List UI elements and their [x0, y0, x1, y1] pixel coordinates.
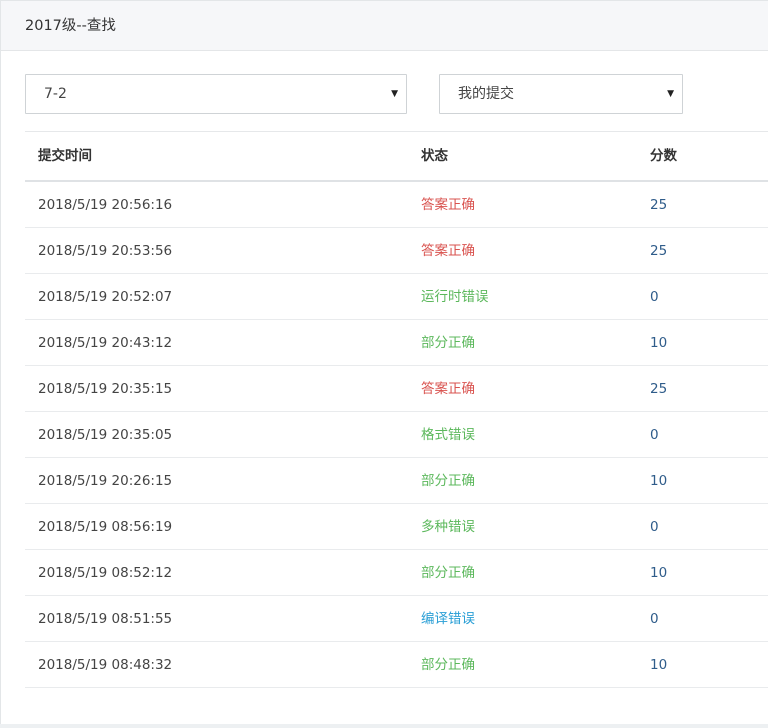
submission-score-link[interactable]: 25 — [650, 182, 667, 228]
submission-status-link[interactable]: 部分正确 — [421, 458, 475, 504]
submission-time: 2018/5/19 20:43:12 — [38, 335, 173, 351]
submission-time: 2018/5/19 20:35:15 — [38, 381, 173, 397]
submission-time: 2018/5/19 08:51:55 — [38, 611, 173, 627]
column-header-status: 状态 — [421, 148, 448, 164]
submission-time: 2018/5/19 20:35:05 — [38, 427, 173, 443]
submissions-table: 提交时间 状态 分数 2018/5/19 20:56:16 答案正确 25 2018/… — [25, 131, 768, 688]
submission-time: 2018/5/19 08:48:32 — [38, 657, 173, 673]
submission-time: 2018/5/19 20:56:16 — [38, 197, 173, 213]
table-row: 2018/5/19 20:52:07 运行时错误 0 — [25, 274, 768, 320]
submission-time: 2018/5/19 08:52:12 — [38, 565, 173, 581]
submission-status-link[interactable]: 答案正确 — [421, 182, 475, 228]
table-row: 2018/5/19 20:53:56 答案正确 25 — [25, 228, 768, 274]
table-row: 2018/5/19 08:48:32 部分正确 10 — [25, 642, 768, 688]
submission-score-link[interactable]: 0 — [650, 412, 659, 458]
table-row: 2018/5/19 20:35:15 答案正确 25 — [25, 366, 768, 412]
submission-status-link[interactable]: 答案正确 — [421, 366, 475, 412]
submission-time: 2018/5/19 20:26:15 — [38, 473, 173, 489]
panel-header: 2017级--查找 — [1, 1, 768, 51]
submission-time: 2018/5/19 20:53:56 — [38, 243, 173, 259]
table-body: 2018/5/19 20:56:16 答案正确 25 2018/5/19 20:53:… — [25, 182, 768, 688]
table-row: 2018/5/19 08:52:12 部分正确 10 — [25, 550, 768, 596]
table-row: 2018/5/19 20:35:05 格式错误 0 — [25, 412, 768, 458]
column-header-score: 分数 — [650, 148, 677, 164]
submission-score-link[interactable]: 0 — [650, 504, 659, 550]
table-row: 2018/5/19 20:26:15 部分正确 10 — [25, 458, 768, 504]
submission-status-link[interactable]: 格式错误 — [421, 412, 475, 458]
caret-down-icon: ▼ — [667, 89, 674, 99]
submission-score-link[interactable]: 25 — [650, 366, 667, 412]
submission-score-link[interactable]: 10 — [650, 320, 667, 366]
scope-select-value: 我的提交 — [458, 86, 514, 102]
submission-score-link[interactable]: 0 — [650, 596, 659, 642]
scope-select[interactable]: 我的提交 ▼ — [439, 74, 683, 114]
submission-score-link[interactable]: 25 — [650, 228, 667, 274]
problem-select[interactable]: 7-2 ▼ — [25, 74, 407, 114]
submission-status-link[interactable]: 运行时错误 — [421, 274, 489, 320]
submission-status-link[interactable]: 部分正确 — [421, 320, 475, 366]
filter-bar: 7-2 ▼ 我的提交 ▼ — [25, 74, 768, 114]
submissions-panel: 2017级--查找 7-2 ▼ 我的提交 ▼ 提交时间 状态 分数 2018/5… — [0, 0, 768, 724]
table-row: 2018/5/19 08:51:55 编译错误 0 — [25, 596, 768, 642]
problem-select-value: 7-2 — [44, 86, 67, 102]
caret-down-icon: ▼ — [391, 89, 398, 99]
table-row: 2018/5/19 20:43:12 部分正确 10 — [25, 320, 768, 366]
table-row: 2018/5/19 08:56:19 多种错误 0 — [25, 504, 768, 550]
submission-score-link[interactable]: 0 — [650, 274, 659, 320]
table-row: 2018/5/19 20:56:16 答案正确 25 — [25, 182, 768, 228]
table-header-row: 提交时间 状态 分数 — [25, 132, 768, 182]
submission-time: 2018/5/19 20:52:07 — [38, 289, 173, 305]
submission-score-link[interactable]: 10 — [650, 642, 667, 688]
page-title: 2017级--查找 — [25, 18, 116, 34]
submission-time: 2018/5/19 08:56:19 — [38, 519, 173, 535]
submission-score-link[interactable]: 10 — [650, 550, 667, 596]
submission-status-link[interactable]: 部分正确 — [421, 550, 475, 596]
column-header-time: 提交时间 — [38, 148, 92, 164]
submission-status-link[interactable]: 多种错误 — [421, 504, 475, 550]
submission-status-link[interactable]: 部分正确 — [421, 642, 475, 688]
submission-score-link[interactable]: 10 — [650, 458, 667, 504]
submission-status-link[interactable]: 答案正确 — [421, 228, 475, 274]
submission-status-link[interactable]: 编译错误 — [421, 596, 475, 642]
